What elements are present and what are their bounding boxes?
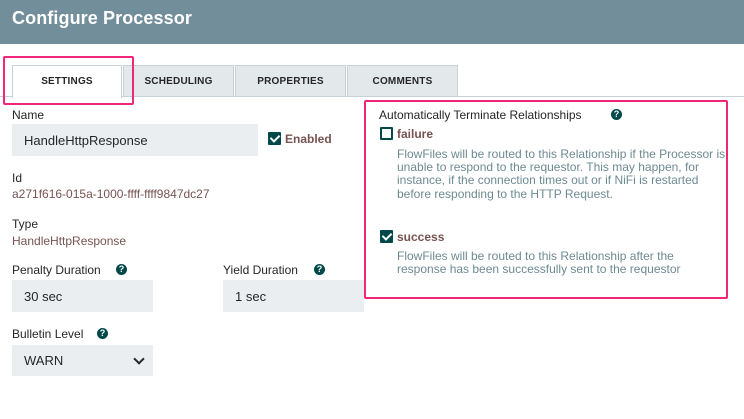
tab-comments[interactable]: COMMENTS bbox=[347, 65, 458, 96]
type-label: Type bbox=[12, 217, 39, 231]
yield-duration-label: Yield Duration bbox=[223, 263, 298, 277]
dialog-title: Configure Processor bbox=[12, 8, 192, 28]
penalty-duration-label: Penalty Duration bbox=[12, 263, 101, 277]
id-label: Id bbox=[12, 171, 23, 185]
bulletin-level-value: WARN bbox=[24, 353, 64, 368]
id-value: a271f616-015a-1000-ffff-ffff9847dc27 bbox=[12, 187, 210, 201]
enabled-label: Enabled bbox=[285, 132, 332, 146]
bulletin-level-select[interactable]: WARN bbox=[12, 345, 153, 376]
chevron-down-icon bbox=[133, 353, 145, 365]
penalty-duration-input[interactable]: 30 sec bbox=[12, 280, 153, 312]
question-circle-icon[interactable]: ? bbox=[116, 264, 127, 275]
question-circle-icon[interactable]: ? bbox=[97, 328, 108, 339]
name-label: Name bbox=[12, 108, 45, 122]
type-value: HandleHttpResponse bbox=[12, 234, 127, 248]
name-input[interactable]: HandleHttpResponse bbox=[12, 124, 258, 156]
settings-tab-highlight bbox=[3, 56, 134, 105]
question-circle-icon[interactable]: ? bbox=[314, 264, 325, 275]
enabled-checkbox[interactable] bbox=[268, 132, 281, 145]
bulletin-level-label: Bulletin Level bbox=[12, 327, 84, 341]
dialog-header: Configure Processor bbox=[0, 0, 744, 44]
yield-duration-input[interactable]: 1 sec bbox=[223, 280, 364, 312]
relationships-highlight bbox=[364, 100, 728, 299]
tab-properties[interactable]: PROPERTIES bbox=[235, 65, 346, 96]
tab-scheduling[interactable]: SCHEDULING bbox=[123, 65, 234, 96]
